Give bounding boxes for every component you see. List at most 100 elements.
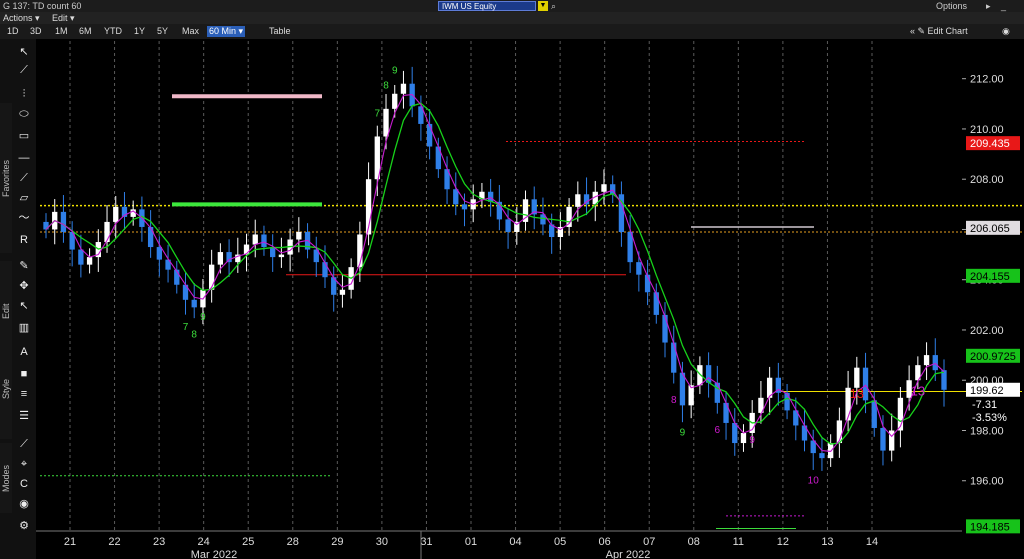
modes-tab[interactable]: Modes xyxy=(0,443,12,513)
pencil-icon[interactable]: ✎ xyxy=(14,257,34,275)
x-tick-label: 28 xyxy=(287,536,299,548)
y-tick-label: 198.00 xyxy=(970,425,1004,437)
td-count-label: 9 xyxy=(680,428,686,439)
candle-body xyxy=(932,355,938,371)
eraser-icon[interactable]: ⟋ xyxy=(14,435,34,453)
drawing-toolbar: Favorites Edit Style Modes ↖ ⟋ ⫶ ⬭ ▭ — ⟋… xyxy=(0,39,36,559)
candle-body xyxy=(653,292,659,315)
candle-body xyxy=(426,123,433,147)
x-tick-label: 13 xyxy=(821,536,833,548)
x-tick-label: 04 xyxy=(509,536,521,548)
candle-body xyxy=(156,247,162,260)
range-bar: 1D 3D 1M 6M YTD 1Y 5Y Max 60 Min ▾ Table « ✎ Edit… xyxy=(0,24,1024,39)
rectangle-icon[interactable]: ▭ xyxy=(14,127,34,145)
candle-body xyxy=(819,453,825,459)
line-draw-icon[interactable]: ⟋ xyxy=(14,61,34,79)
candle-body xyxy=(636,262,642,275)
ellipse-icon[interactable]: ⬭ xyxy=(14,105,34,123)
color-fill-icon[interactable]: ■ xyxy=(14,365,34,383)
td-count-label: 6 xyxy=(715,425,721,436)
range-button[interactable]: 5Y xyxy=(155,26,170,37)
snap-icon[interactable]: C xyxy=(14,475,34,493)
line-style-icon[interactable]: ≡ xyxy=(14,385,34,403)
td-count-label: 8 xyxy=(383,81,389,92)
y-tick-label: 208.00 xyxy=(970,174,1004,186)
candle-body xyxy=(714,382,720,403)
candle-body xyxy=(732,422,738,444)
price-chart[interactable]: 9879879869101313212.00210.00208.00206.00… xyxy=(36,39,1024,559)
select-icon[interactable]: ↖ xyxy=(14,297,34,315)
candle-body xyxy=(461,204,468,210)
regression-icon[interactable]: R xyxy=(14,231,34,249)
x-tick-label: 07 xyxy=(643,536,655,548)
range-button[interactable]: 1Y xyxy=(132,26,147,37)
price-tag-label: 194.185 xyxy=(970,521,1010,533)
td-count-label: 13 xyxy=(911,383,925,398)
x-tick-label: 14 xyxy=(866,536,878,548)
fib-icon[interactable]: ⫶ xyxy=(14,85,34,103)
settings-gear-icon[interactable]: ⚙ xyxy=(14,517,34,535)
candle-body xyxy=(880,427,886,451)
candle-body xyxy=(575,194,581,207)
ticker-field[interactable]: IWM US Equity xyxy=(438,1,536,11)
pin-icon[interactable]: ◉ xyxy=(1002,26,1010,37)
edit-menu[interactable]: Edit ▾ xyxy=(52,12,75,24)
td-count-label: 13 xyxy=(850,386,864,401)
horizontal-line-icon[interactable]: — xyxy=(14,149,34,167)
freehand-icon[interactable]: 〜 xyxy=(14,209,34,227)
ticker-dropdown-icon[interactable]: ▼ xyxy=(538,1,548,11)
range-button[interactable]: 1D xyxy=(5,26,21,37)
month-label: Apr 2022 xyxy=(606,549,651,559)
candle-body xyxy=(217,252,224,265)
move-icon[interactable]: ✥ xyxy=(14,277,34,295)
candle-body xyxy=(941,370,947,390)
td-count-label: 8 xyxy=(191,330,197,341)
window-title: G 137: TD count 60 xyxy=(3,1,82,11)
line-weight-icon[interactable]: ☰ xyxy=(14,407,34,425)
palette-icon[interactable]: ◉ xyxy=(14,495,34,513)
candle-body xyxy=(784,392,790,411)
x-tick-label: 30 xyxy=(376,536,388,548)
candle-body xyxy=(322,262,328,278)
trendline-icon[interactable]: ⟋ xyxy=(14,169,34,187)
candle-body xyxy=(671,342,677,373)
range-button[interactable]: 3D xyxy=(28,26,44,37)
ma-green-line xyxy=(45,102,945,445)
candle-body xyxy=(270,247,276,258)
y-tick-label: 212.00 xyxy=(970,74,1004,86)
text-icon[interactable]: A xyxy=(14,343,34,361)
style-tab[interactable]: Style xyxy=(0,339,12,439)
td-count-label: 10 xyxy=(808,475,820,486)
range-button[interactable]: Table xyxy=(267,26,293,37)
trash-icon[interactable]: ▥ xyxy=(14,319,34,337)
favorites-tab[interactable]: Favorites xyxy=(0,103,12,253)
range-button[interactable]: 1M xyxy=(53,26,70,37)
crosshair-icon[interactable]: ⌖ xyxy=(14,455,34,473)
candle-body xyxy=(104,221,110,243)
candle-body xyxy=(191,299,197,308)
range-button[interactable]: YTD xyxy=(102,26,124,37)
search-icon[interactable]: ⌕ xyxy=(551,0,556,12)
candle-body xyxy=(505,219,511,232)
td-count-label: 9 xyxy=(749,435,755,446)
x-tick-label: 31 xyxy=(420,536,432,548)
title-bar: G 137: TD count 60 IWM US Equity ▼ ⌕ Opt… xyxy=(0,0,1024,23)
td-count-label: 9 xyxy=(392,66,398,77)
cursor-icon[interactable]: ↖ xyxy=(14,43,34,61)
range-button[interactable]: 6M xyxy=(77,26,94,37)
month-label: Mar 2022 xyxy=(191,549,237,559)
range-button[interactable]: Max xyxy=(180,26,201,37)
candle-body xyxy=(261,234,267,248)
x-tick-label: 06 xyxy=(599,536,611,548)
change-pct-label: -3.53% xyxy=(972,412,1007,424)
candle-body xyxy=(923,355,930,366)
actions-menu[interactable]: Actions ▾ xyxy=(3,12,40,24)
edit-chart-button[interactable]: « ✎ Edit Chart xyxy=(910,26,968,37)
options-menu[interactable]: Options xyxy=(936,0,967,12)
range-button[interactable]: 60 Min ▾ xyxy=(207,26,246,37)
channel-icon[interactable]: ▱ xyxy=(14,189,34,207)
price-tag-label: 209.435 xyxy=(970,138,1010,150)
candle-body xyxy=(383,108,389,137)
td-count-label: 7 xyxy=(375,108,381,119)
candle-body xyxy=(296,231,302,240)
